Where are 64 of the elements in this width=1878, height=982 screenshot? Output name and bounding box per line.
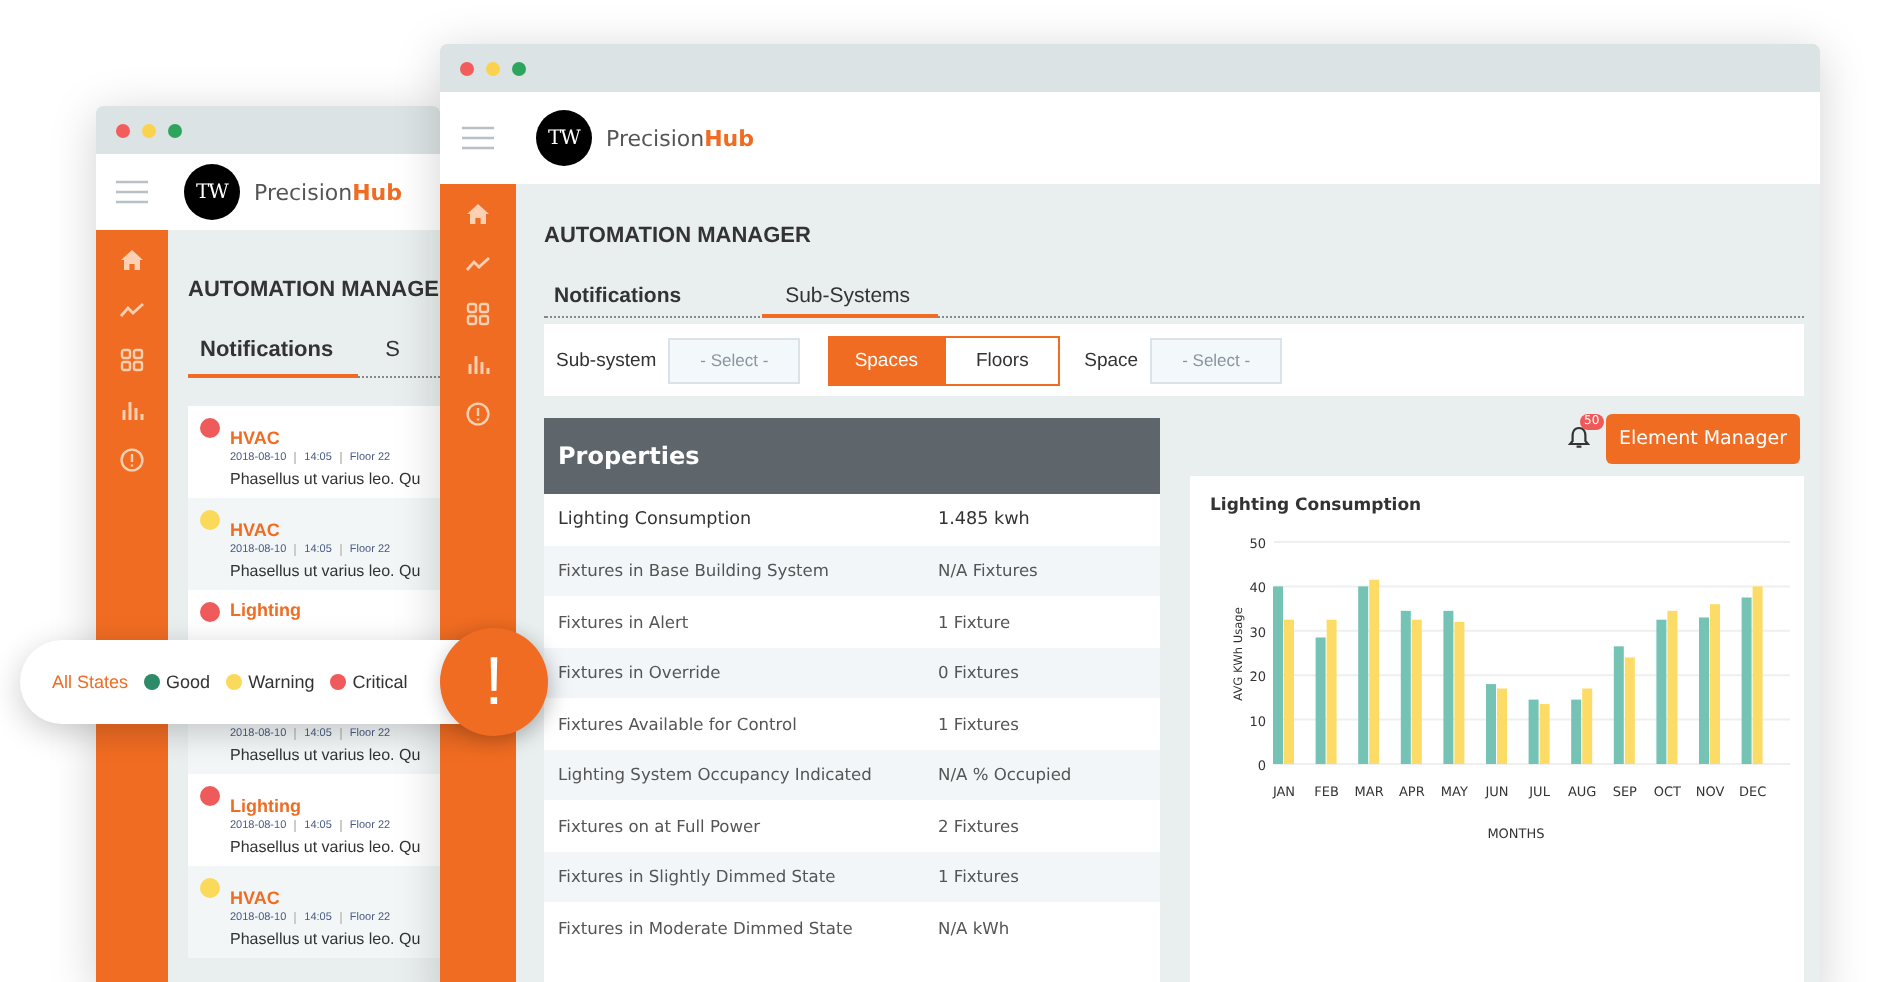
info-icon[interactable] (120, 448, 144, 472)
property-value: 0 Fixtures (938, 662, 1019, 683)
chart-title: Lighting Consumption (1208, 496, 1424, 516)
page-title: AUTOMATION MANAGER (544, 224, 813, 248)
property-value: 1 Fixture (938, 611, 1011, 632)
close-dot[interactable] (460, 61, 474, 75)
property-name: Lighting Consumption (558, 509, 754, 530)
property-name: Lighting System Occupancy Indicated (558, 764, 874, 785)
grid-icon[interactable] (466, 302, 490, 326)
logo-mark: TW (184, 164, 240, 220)
property-name: Fixtures Available for Control (558, 713, 799, 734)
field-label: Sub-system (556, 349, 657, 371)
minimize-dot[interactable] (142, 123, 156, 137)
select-field[interactable]: - Select - (1150, 337, 1283, 383)
toggle-button[interactable]: Floors (944, 335, 1061, 385)
property-value: 2 Fixtures (938, 815, 1019, 836)
logo-mark: TW (536, 110, 592, 166)
field-label: Space (1084, 349, 1139, 371)
zoom-dot[interactable] (512, 61, 526, 75)
minimize-dot[interactable] (486, 61, 500, 75)
property-name: Fixtures in Override (558, 662, 723, 683)
info-icon[interactable] (466, 402, 490, 426)
home-icon[interactable] (120, 248, 144, 272)
property-name: Fixtures in Slightly Dimmed State (558, 866, 838, 887)
notification-title: HVAC (230, 888, 282, 908)
panel-title: Properties (558, 442, 700, 470)
notification-text: Phasellus ut varius leo. Qu (230, 838, 421, 856)
property-value: 1 Fixtures (938, 713, 1019, 734)
tab[interactable]: S (381, 338, 404, 376)
trend-icon[interactable] (466, 252, 490, 276)
notification-title: HVAC (230, 520, 282, 540)
page-title: AUTOMATION MANAGE (188, 278, 440, 302)
home-icon[interactable] (466, 202, 490, 226)
property-value: 1.485 kwh (938, 509, 1030, 530)
menu-icon[interactable] (116, 180, 148, 204)
notification-text: Phasellus ut varius leo. Qu (230, 470, 421, 488)
property-value: N/A % Occupied (938, 764, 1072, 785)
notification-text: Phasellus ut varius leo. Qu (230, 562, 421, 580)
tab[interactable]: Notifications (188, 338, 358, 378)
bell-icon[interactable] (1568, 426, 1590, 450)
notification-title: Lighting (230, 600, 301, 620)
bars-icon[interactable] (120, 398, 144, 422)
property-name: Fixtures in Moderate Dimmed State (558, 917, 855, 938)
notification-text: Phasellus ut varius leo. Qu (230, 746, 421, 764)
property-value: N/A kWh (938, 917, 1010, 938)
notification-text: Phasellus ut varius leo. Qu (230, 930, 421, 948)
select-field[interactable]: - Select - (668, 337, 801, 383)
close-dot[interactable] (116, 123, 130, 137)
notification-title: HVAC (230, 428, 282, 448)
trend-icon[interactable] (120, 298, 144, 322)
brand-name: PrecisionHub (606, 125, 755, 151)
property-value: 1 Fixtures (938, 866, 1019, 887)
property-name: Fixtures in Base Building System (558, 560, 831, 581)
bars-icon[interactable] (466, 352, 490, 376)
property-value: N/A Fixtures (938, 560, 1038, 581)
menu-icon[interactable] (462, 126, 494, 150)
tab[interactable]: Notifications (544, 284, 698, 316)
zoom-dot[interactable] (168, 123, 182, 137)
property-name: Fixtures on at Full Power (558, 815, 763, 836)
property-name: Fixtures in Alert (558, 611, 691, 632)
grid-icon[interactable] (120, 348, 144, 372)
tab[interactable]: Sub-Systems (761, 284, 939, 318)
brand-name: PrecisionHub (254, 179, 403, 205)
notification-title: Lighting (230, 796, 303, 816)
